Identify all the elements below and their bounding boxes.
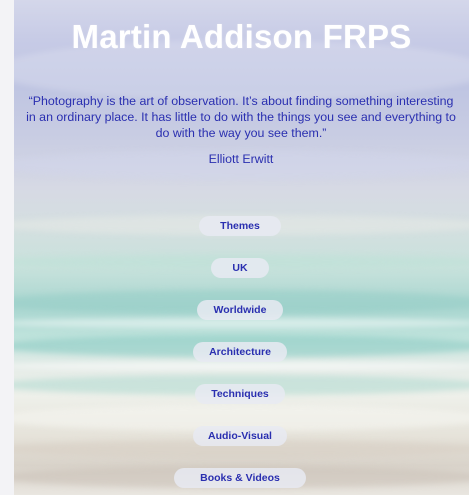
nav-button-books-videos[interactable]: Books & Videos bbox=[174, 468, 306, 488]
nav-button-audio-visual[interactable]: Audio-Visual bbox=[193, 426, 287, 446]
quote-author: Elliott Erwitt bbox=[208, 152, 274, 166]
nav-button-worldwide[interactable]: Worldwide bbox=[197, 300, 283, 320]
site-title: Martin Addison FRPS bbox=[71, 18, 412, 55]
page: Martin Addison FRPS “Photography is the … bbox=[0, 0, 469, 495]
quote-text: “Photography is the art of observation. … bbox=[26, 94, 456, 140]
nav-button-architecture[interactable]: Architecture bbox=[193, 342, 287, 362]
nav-button-techniques[interactable]: Techniques bbox=[195, 384, 285, 404]
nav-button-themes[interactable]: Themes bbox=[199, 216, 281, 236]
nav-button-uk[interactable]: UK bbox=[211, 258, 269, 278]
hero-background-image bbox=[14, 0, 469, 495]
